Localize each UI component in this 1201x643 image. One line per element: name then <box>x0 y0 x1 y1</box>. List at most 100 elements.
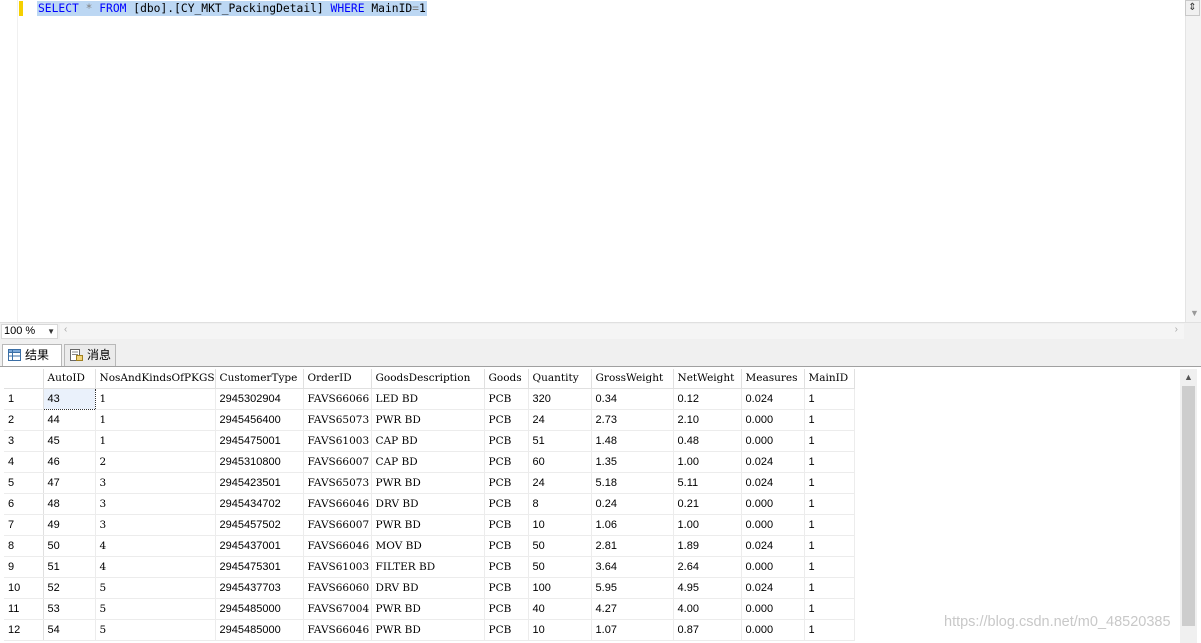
grid-cell[interactable]: 1 <box>804 619 855 641</box>
grid-cell[interactable]: 1 <box>95 388 216 410</box>
grid-cell[interactable]: PWR BD <box>371 409 485 431</box>
column-header[interactable]: NetWeight <box>673 369 742 389</box>
table-row[interactable]: 11 53 5 2945485000 FAVS67004 PWR BD PCB 40 4.27 4… <box>4 598 855 620</box>
tab-messages[interactable]: 消息 <box>64 344 116 366</box>
grid-cell[interactable]: 5 <box>95 598 216 620</box>
grid-cell[interactable]: PWR BD <box>371 619 485 641</box>
grid-cell[interactable]: 0.12 <box>673 388 742 410</box>
grid-cell[interactable]: 2 <box>95 451 216 473</box>
grid-cell[interactable]: 100 <box>528 577 592 599</box>
grid-cell[interactable]: FAVS66007 <box>303 451 372 473</box>
grid-cell[interactable]: 1.07 <box>591 619 674 641</box>
grid-cell[interactable]: FAVS66066 <box>303 388 372 410</box>
grid-cell[interactable]: 10 <box>528 514 592 536</box>
column-header[interactable]: GoodsDescription <box>371 369 485 389</box>
scroll-up-icon[interactable]: ▲ <box>1180 369 1197 385</box>
grid-cell[interactable]: 3.64 <box>591 556 674 578</box>
column-header[interactable]: NosAndKindsOfPKGS <box>95 369 216 389</box>
grid-cell[interactable]: 43 <box>42 387 96 410</box>
table-row[interactable]: 5 47 3 2945423501 FAVS65073 PWR BD PCB 24 5.18 5.… <box>4 472 855 494</box>
grid-cell[interactable]: 1 <box>804 388 855 410</box>
scroll-right-icon[interactable]: › <box>1175 324 1178 335</box>
split-pane-icon[interactable]: ⇕ <box>1185 0 1200 16</box>
grid-cell[interactable]: 46 <box>43 451 96 473</box>
grid-cell[interactable]: 0.21 <box>673 493 742 515</box>
grid-cell[interactable]: 2.73 <box>591 409 674 431</box>
table-row[interactable]: 6 48 3 2945434702 FAVS66046 DRV BD PCB 8 0.24 0.2… <box>4 493 855 515</box>
grid-cell[interactable]: 5.95 <box>591 577 674 599</box>
grid-cell[interactable]: 1 <box>804 430 855 452</box>
grid-cell[interactable]: PWR BD <box>371 472 485 494</box>
grid-cell[interactable]: MOV BD <box>371 535 485 557</box>
grid-cell[interactable]: 1 <box>804 556 855 578</box>
grid-cell[interactable]: 40 <box>528 598 592 620</box>
grid-cell[interactable]: 1.00 <box>673 451 742 473</box>
grid-cell[interactable]: 50 <box>528 556 592 578</box>
grid-cell[interactable]: 2.64 <box>673 556 742 578</box>
grid-cell[interactable]: 50 <box>43 535 96 557</box>
grid-cell[interactable]: CAP BD <box>371 430 485 452</box>
editor-vertical-scrollbar[interactable]: ▼ <box>1185 0 1201 322</box>
column-header[interactable]: AutoID <box>43 369 96 389</box>
grid-cell[interactable]: 5 <box>95 619 216 641</box>
grid-cell[interactable]: 2945423501 <box>215 472 304 494</box>
grid-vertical-scrollbar[interactable]: ▲ <box>1180 369 1197 643</box>
column-header[interactable]: MainID <box>804 369 855 389</box>
grid-cell[interactable]: 2945302904 <box>215 388 304 410</box>
grid-cell[interactable]: 47 <box>43 472 96 494</box>
row-number[interactable]: 4 <box>4 451 44 473</box>
grid-cell[interactable]: FAVS66046 <box>303 619 372 641</box>
table-row[interactable]: 10 52 5 2945437703 FAVS66060 DRV BD PCB 100 5.95… <box>4 577 855 599</box>
grid-cell[interactable]: PCB <box>484 556 529 578</box>
grid-cell[interactable]: 1 <box>804 598 855 620</box>
grid-cell[interactable]: PCB <box>484 451 529 473</box>
grid-cell[interactable]: 60 <box>528 451 592 473</box>
column-header[interactable]: Measures <box>741 369 805 389</box>
grid-cell[interactable]: FAVS65073 <box>303 409 372 431</box>
grid-cell[interactable]: 0.24 <box>591 493 674 515</box>
grid-cell[interactable]: PWR BD <box>371 514 485 536</box>
grid-cell[interactable]: 0.48 <box>673 430 742 452</box>
grid-cell[interactable]: 53 <box>43 598 96 620</box>
grid-cell[interactable]: 3 <box>95 472 216 494</box>
chevron-down-icon[interactable]: ▼ <box>47 325 55 338</box>
grid-cell[interactable]: LED BD <box>371 388 485 410</box>
row-number[interactable]: 8 <box>4 535 44 557</box>
results-grid[interactable]: AutoID NosAndKindsOfPKGS CustomerType Or… <box>4 369 855 641</box>
table-row[interactable]: 8 50 4 2945437001 FAVS66046 MOV BD PCB 50 2.81 1.… <box>4 535 855 557</box>
table-row[interactable]: 7 49 3 2945457502 FAVS66007 PWR BD PCB 10 1.06 1.… <box>4 514 855 536</box>
grid-cell[interactable]: 51 <box>528 430 592 452</box>
query-editor[interactable]: SELECT * FROM [dbo].[CY_MKT_PackingDetai… <box>0 0 1201 322</box>
grid-cell[interactable]: 4.27 <box>591 598 674 620</box>
sql-statement-line[interactable]: SELECT * FROM [dbo].[CY_MKT_PackingDetai… <box>37 1 427 16</box>
editor-horizontal-scrollbar[interactable]: ‹ › <box>60 324 1184 339</box>
grid-cell[interactable]: 1 <box>804 535 855 557</box>
scroll-left-icon[interactable]: ‹ <box>64 324 67 335</box>
column-header[interactable]: Quantity <box>528 369 592 389</box>
grid-cell[interactable]: PCB <box>484 619 529 641</box>
grid-cell[interactable]: 5.11 <box>673 472 742 494</box>
grid-cell[interactable]: 1.00 <box>673 514 742 536</box>
grid-cell[interactable]: 0.024 <box>741 451 805 473</box>
grid-cell[interactable]: 10 <box>528 619 592 641</box>
grid-cell[interactable]: 1 <box>804 577 855 599</box>
grid-cell[interactable]: 2945456400 <box>215 409 304 431</box>
grid-cell[interactable]: 1 <box>804 409 855 431</box>
grid-cell[interactable]: 0.000 <box>741 556 805 578</box>
grid-cell[interactable]: 49 <box>43 514 96 536</box>
grid-cell[interactable]: 1 <box>95 409 216 431</box>
grid-cell[interactable]: FAVS66007 <box>303 514 372 536</box>
grid-cell[interactable]: PCB <box>484 430 529 452</box>
grid-cell[interactable]: 2.81 <box>591 535 674 557</box>
grid-cell[interactable]: FAVS67004 <box>303 598 372 620</box>
grid-cell[interactable]: 44 <box>43 409 96 431</box>
grid-cell[interactable]: FAVS66046 <box>303 493 372 515</box>
grid-cell[interactable]: FAVS66060 <box>303 577 372 599</box>
row-number[interactable]: 2 <box>4 409 44 431</box>
table-row[interactable]: 1 43 1 2945302904 FAVS66066 LED BD PCB 320 0.34 0… <box>4 387 855 410</box>
grid-cell[interactable]: DRV BD <box>371 493 485 515</box>
grid-cell[interactable]: 1.35 <box>591 451 674 473</box>
row-number[interactable]: 7 <box>4 514 44 536</box>
tab-results[interactable]: 结果 <box>2 344 62 367</box>
grid-cell[interactable]: 4 <box>95 535 216 557</box>
